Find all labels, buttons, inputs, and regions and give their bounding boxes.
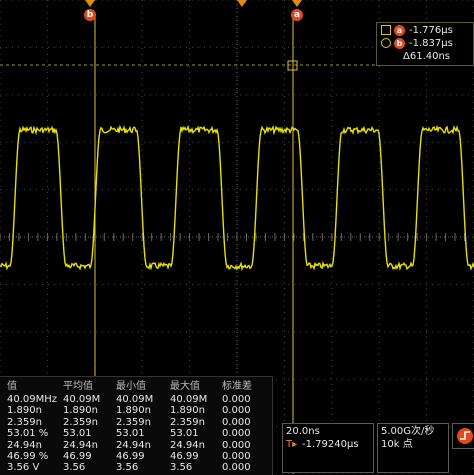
cursor-b-value: -1.837μs <box>409 38 453 49</box>
measurement-cell: 24.94n <box>7 439 42 451</box>
cursor-readout: a -1.776μs b -1.837μs Δ61.40ns <box>376 22 474 66</box>
measurement-cell: 3.56 <box>170 462 193 474</box>
measurement-cell: 24.94n <box>63 439 98 451</box>
horizontal-position: -1.79240μs <box>302 439 359 450</box>
measurement-cell: 2.359n <box>7 416 42 428</box>
cursor-a-row: a -1.776μs <box>381 24 453 38</box>
measurement-cell: 46.99 <box>63 451 92 462</box>
trigger-position-icon: T▸ <box>286 439 298 450</box>
cursor-a-badge[interactable]: a <box>291 9 303 21</box>
marker-right-arrow <box>292 0 302 7</box>
measurement-cell: 53.01 <box>170 428 199 440</box>
header-value: 值 <box>7 381 17 392</box>
measurement-cell: 3.56 <box>116 462 139 474</box>
sample-rate: 5.00G次/秒 <box>381 426 435 437</box>
trigger-settings[interactable] <box>452 423 474 449</box>
cursor-b-row: b -1.837μs <box>381 37 453 51</box>
cursor-b-badge[interactable]: b <box>84 9 96 21</box>
trigger-position-marker[interactable] <box>237 0 247 7</box>
measurement-cell: 40.09MHz <box>7 394 58 405</box>
cursor-a-value: -1.776μs <box>409 25 453 36</box>
header-max: 最大值 <box>170 381 200 392</box>
measurement-cell: 53.01 % <box>7 428 49 440</box>
measurement-cell: 0.000 <box>222 416 251 428</box>
measurement-cell: 2.359n <box>170 416 205 428</box>
measurement-cell: 2.359n <box>116 416 151 428</box>
measurement-cell: 40.09M <box>63 394 101 405</box>
measurement-cell: 46.99 % <box>7 451 49 462</box>
square-cursor-icon <box>381 25 391 35</box>
marker-left-arrow <box>85 0 95 7</box>
measurement-cell: 0.000 <box>222 451 251 462</box>
measurement-cell: 0.000 <box>222 428 251 440</box>
measurement-table[interactable]: 值 平均值 最小值 最大值 标准差 40.09MHz 40.09M 40.09M 40… <box>0 376 273 475</box>
circle-cursor-icon <box>381 38 391 48</box>
measurement-cell: 24.94n <box>170 439 205 451</box>
measurement-cell: 0.000 <box>222 405 251 417</box>
horizontal-settings[interactable]: 20.0ns T▸ -1.79240μs <box>282 423 374 473</box>
cursor-b-badge-small: b <box>394 37 405 49</box>
measurement-cell: 40.09M <box>170 394 208 405</box>
cursor-a-badge-small: a <box>394 24 405 36</box>
cursor-delta-value: Δ61.40ns <box>403 51 451 62</box>
trigger-edge-icon <box>457 428 473 444</box>
header-stddev: 标准差 <box>222 381 252 392</box>
oscilloscope-screen: b a a -1.776μs b -1.837μs Δ61.40ns 值 平均值 最… <box>0 0 474 475</box>
measurement-cell: 1.890n <box>116 405 151 417</box>
header-mean: 平均值 <box>63 381 93 392</box>
measurement-cell: 0.000 <box>222 439 251 451</box>
measurement-cell: 46.99 <box>116 451 145 462</box>
measurement-cell: 40.09M <box>116 394 154 405</box>
measurement-cell: 24.94n <box>116 439 151 451</box>
acquisition-settings[interactable]: 5.00G次/秒 10k 点 <box>377 423 449 473</box>
measurement-cell: 1.890n <box>63 405 98 417</box>
measurement-cell: 0.000 <box>222 462 251 474</box>
measurement-cell: 1.890n <box>7 405 42 417</box>
time-per-div: 20.0ns <box>286 426 320 437</box>
measurement-cell: 53.01 <box>63 428 92 440</box>
cursor-delta-row: Δ61.40ns <box>403 50 450 64</box>
header-min: 最小值 <box>116 381 146 392</box>
measurement-cell: 3.56 <box>63 462 86 474</box>
measurement-cell: 0.000 <box>222 394 251 405</box>
measurement-cell: 53.01 <box>116 428 145 440</box>
measurement-cell: 3.56 V <box>7 462 40 474</box>
measurement-cell: 2.359n <box>63 416 98 428</box>
measurement-cell: 46.99 <box>170 451 199 462</box>
record-length: 10k 点 <box>381 439 413 450</box>
measurement-cell: 1.890n <box>170 405 205 417</box>
